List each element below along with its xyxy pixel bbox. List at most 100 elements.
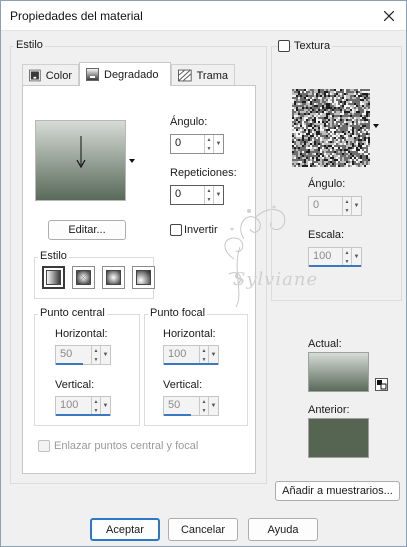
angle-spin-arrows[interactable]: ▲ ▼: [204, 135, 213, 153]
swap-swatch-icon: [377, 380, 387, 390]
accept-label: Aceptar: [106, 523, 144, 536]
radial-gradient-icon: [136, 270, 151, 285]
central-vertical-value[interactable]: 100: [56, 397, 91, 415]
edit-gradient-button[interactable]: Editar...: [48, 220, 126, 240]
title-bar: Propiedades del material: [1, 1, 406, 31]
texture-scale-value[interactable]: 100: [309, 248, 342, 266]
spin-arrows[interactable]: ▲ ▼: [199, 346, 208, 364]
dropdown-icon[interactable]: ▼: [100, 346, 110, 364]
style-group-label: Estilo: [14, 39, 45, 51]
value-bar: [56, 414, 110, 416]
spin-down-icon[interactable]: ▼: [200, 406, 208, 415]
central-horizontal-value[interactable]: 50: [56, 346, 91, 364]
repetitions-spin-arrows[interactable]: ▲ ▼: [204, 186, 213, 204]
tab-color-label: Color: [45, 69, 72, 82]
focal-vertical-label: Vertical:: [163, 379, 203, 391]
texture-checkbox[interactable]: [278, 40, 290, 52]
dropdown-icon[interactable]: ▼: [208, 346, 218, 364]
link-points-label: Enlazar puntos central y focal: [54, 440, 199, 452]
focal-vertical-value[interactable]: 50: [164, 397, 199, 415]
spin-up-icon[interactable]: ▲: [92, 397, 100, 406]
spin-arrows[interactable]: ▲ ▼: [199, 397, 208, 415]
invert-label: Invertir: [184, 224, 218, 236]
help-button[interactable]: Ayuda: [248, 518, 318, 541]
close-button[interactable]: [376, 3, 402, 29]
help-label: Ayuda: [267, 523, 299, 536]
central-point-label: Punto central: [38, 307, 107, 319]
invert-checkbox[interactable]: [170, 224, 182, 236]
cancel-button[interactable]: Cancelar: [168, 518, 238, 541]
value-bar: [164, 363, 218, 365]
value-bar: [56, 363, 83, 365]
angle-dropdown-icon[interactable]: ▼: [213, 135, 223, 153]
gradient-swatch-icon: [86, 68, 99, 81]
spin-arrows[interactable]: ▲ ▼: [342, 197, 351, 215]
repetitions-value[interactable]: 0: [171, 186, 204, 204]
spin-up-icon[interactable]: ▲: [92, 346, 100, 355]
tab-color[interactable]: Color: [22, 64, 79, 86]
angle-value[interactable]: 0: [171, 135, 204, 153]
window-title: Propiedades del material: [10, 9, 143, 23]
sunburst-gradient-icon: [106, 270, 121, 285]
pattern-swatch-icon: [178, 69, 192, 82]
style-rectangular-button[interactable]: [72, 266, 95, 289]
gradient-preview[interactable]: [35, 120, 126, 201]
spin-up-icon[interactable]: ▲: [343, 197, 351, 206]
central-vertical-spinner[interactable]: 100 ▲ ▼ ▼: [55, 396, 111, 416]
texture-scale-label: Escala:: [308, 229, 345, 241]
accept-button[interactable]: Aceptar: [90, 518, 160, 541]
edit-gradient-label: Editar...: [68, 224, 106, 236]
spin-arrows[interactable]: ▲ ▼: [91, 397, 100, 415]
texture-dropdown-arrow-icon[interactable]: [373, 124, 379, 128]
focal-horizontal-value[interactable]: 100: [164, 346, 199, 364]
spin-down-icon[interactable]: ▼: [205, 144, 213, 153]
dropdown-icon[interactable]: ▼: [208, 397, 218, 415]
spin-down-icon[interactable]: ▼: [343, 206, 351, 215]
spin-up-icon[interactable]: ▲: [205, 186, 213, 195]
texture-scale-spinner[interactable]: 100 ▲ ▼ ▼: [308, 247, 362, 267]
focal-horizontal-label: Horizontal:: [163, 328, 216, 340]
dropdown-icon[interactable]: ▼: [100, 397, 110, 415]
close-icon: [384, 11, 394, 21]
spin-arrows[interactable]: ▲ ▼: [91, 346, 100, 364]
spin-up-icon[interactable]: ▲: [200, 346, 208, 355]
tab-pattern[interactable]: Trama: [171, 64, 235, 86]
current-swatch: [308, 352, 369, 392]
spin-down-icon[interactable]: ▼: [92, 355, 100, 364]
focal-vertical-spinner[interactable]: 50 ▲ ▼ ▼: [163, 396, 219, 416]
spin-arrows[interactable]: ▲ ▼: [342, 248, 351, 266]
spin-up-icon[interactable]: ▲: [200, 397, 208, 406]
angle-label: Ángulo:: [170, 116, 208, 128]
focal-horizontal-spinner[interactable]: 100 ▲ ▼ ▼: [163, 345, 219, 365]
color-swatch-icon: [29, 69, 41, 82]
tab-gradient[interactable]: Degradado: [79, 62, 171, 86]
gradient-style-label: Estilo: [38, 250, 69, 262]
texture-angle-value[interactable]: 0: [309, 197, 342, 215]
cancel-label: Cancelar: [180, 523, 226, 536]
spin-up-icon[interactable]: ▲: [343, 248, 351, 257]
current-label: Actual:: [308, 338, 342, 350]
spin-down-icon[interactable]: ▼: [205, 195, 213, 204]
style-sunburst-button[interactable]: [102, 266, 125, 289]
dropdown-icon[interactable]: ▼: [351, 248, 361, 266]
style-linear-button[interactable]: [42, 266, 65, 289]
gradient-dropdown-arrow-icon[interactable]: [129, 159, 135, 163]
dropdown-icon[interactable]: ▼: [351, 197, 361, 215]
linear-gradient-icon: [46, 270, 61, 285]
swap-swatch-button[interactable]: [375, 378, 388, 391]
rectangular-gradient-icon: [76, 270, 91, 285]
add-to-swatches-button[interactable]: Añadir a muestrarios...: [275, 481, 400, 501]
repetitions-label: Repeticiones:: [170, 167, 237, 179]
link-points-checkbox[interactable]: [38, 440, 50, 452]
style-radial-button[interactable]: [132, 266, 155, 289]
angle-spinner[interactable]: 0 ▲ ▼ ▼: [170, 134, 224, 154]
value-bar: [164, 414, 191, 416]
gradient-angle-indicator-icon: [76, 136, 86, 169]
central-horizontal-spinner[interactable]: 50 ▲ ▼ ▼: [55, 345, 111, 365]
spin-up-icon[interactable]: ▲: [205, 135, 213, 144]
texture-preview[interactable]: [292, 89, 370, 167]
value-bar: [309, 265, 361, 267]
texture-angle-label: Ángulo:: [308, 178, 346, 190]
previous-swatch[interactable]: [308, 418, 369, 458]
texture-angle-spinner[interactable]: 0 ▲ ▼ ▼: [308, 196, 362, 216]
